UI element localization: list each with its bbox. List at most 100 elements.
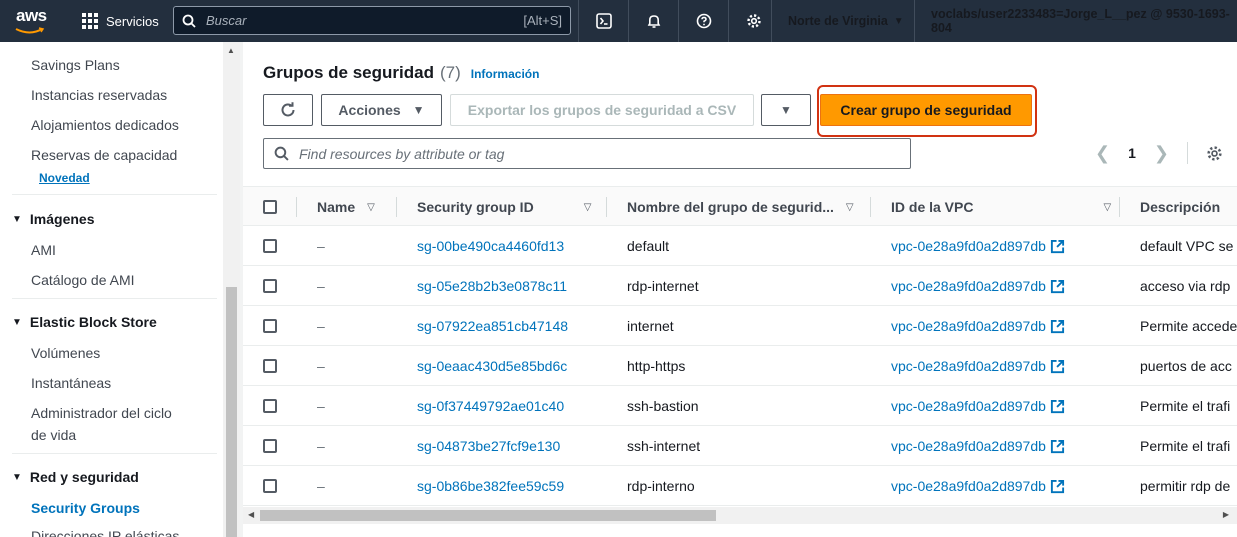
scrollbar-thumb[interactable] bbox=[226, 287, 237, 537]
checkbox[interactable] bbox=[263, 239, 277, 253]
cell-sg-id[interactable]: sg-05e28b2b3e0878c11 bbox=[417, 266, 567, 306]
account-menu[interactable]: voclabs/user2233483=Jorge_L__pez @ 9530-… bbox=[914, 0, 1237, 42]
external-link-icon[interactable] bbox=[1050, 319, 1065, 334]
scroll-up-icon[interactable]: ▲ bbox=[227, 46, 235, 55]
sidebar-item-capacity-reservations[interactable]: Reservas de capacidad bbox=[31, 147, 177, 163]
services-menu-button[interactable]: Servicios bbox=[62, 0, 169, 42]
checkbox[interactable] bbox=[263, 399, 277, 413]
sidebar-item-ami[interactable]: AMI bbox=[31, 242, 56, 258]
cell-sg-id[interactable]: sg-0f37449792ae01c40 bbox=[417, 386, 564, 426]
sidebar-item-security-groups[interactable]: Security Groups bbox=[31, 500, 140, 516]
sidebar-item-ami-catalog[interactable]: Catálogo de AMI bbox=[31, 272, 135, 288]
table-row[interactable]: – sg-04873be27fcf9e130 ssh-internet vpc-0e2… bbox=[243, 426, 1237, 466]
sidebar-item-lifecycle-manager[interactable]: Administrador del ciclo bbox=[31, 405, 172, 421]
checkbox[interactable] bbox=[263, 479, 277, 493]
sidebar-item-dedicated-hosts[interactable]: Alojamientos dedicados bbox=[31, 117, 179, 133]
table-row[interactable]: – sg-0eaac430d5e85bd6c http-https vpc-0e28a… bbox=[243, 346, 1237, 386]
select-all-checkbox[interactable] bbox=[263, 187, 277, 227]
page-number[interactable]: 1 bbox=[1128, 145, 1136, 161]
info-link[interactable]: Información bbox=[471, 67, 540, 81]
cell-vpc-id[interactable]: vpc-0e28a9fd0a2d897db bbox=[891, 466, 1065, 506]
cell-sg-id[interactable]: sg-0b86be382fee59c59 bbox=[417, 466, 564, 506]
checkbox[interactable] bbox=[263, 359, 277, 373]
cell-vpc-id-text[interactable]: vpc-0e28a9fd0a2d897db bbox=[891, 318, 1046, 334]
actions-button[interactable]: Acciones ▼ bbox=[321, 94, 442, 126]
external-link-icon[interactable] bbox=[1050, 279, 1065, 294]
help-icon[interactable] bbox=[678, 0, 728, 42]
sidebar-item-elastic-ips[interactable]: Direcciones IP elásticas bbox=[31, 528, 179, 537]
sort-icon[interactable]: ▽ bbox=[846, 202, 854, 213]
external-link-icon[interactable] bbox=[1050, 479, 1065, 494]
cell-vpc-id[interactable]: vpc-0e28a9fd0a2d897db bbox=[891, 386, 1065, 426]
export-dropdown-button[interactable]: ▼ bbox=[761, 94, 811, 126]
external-link-icon[interactable] bbox=[1050, 439, 1065, 454]
filter-input[interactable]: Find resources by attribute or tag bbox=[263, 138, 911, 169]
cell-vpc-id[interactable]: vpc-0e28a9fd0a2d897db bbox=[891, 226, 1065, 266]
external-link-icon[interactable] bbox=[1050, 359, 1065, 374]
cell-vpc-id[interactable]: vpc-0e28a9fd0a2d897db bbox=[891, 306, 1065, 346]
cell-sg-id-text[interactable]: sg-00be490ca4460fd13 bbox=[417, 238, 564, 254]
checkbox[interactable] bbox=[263, 319, 277, 333]
column-header-name[interactable]: Name ▽ bbox=[317, 187, 375, 227]
row-checkbox[interactable] bbox=[263, 386, 277, 426]
cell-vpc-id-text[interactable]: vpc-0e28a9fd0a2d897db bbox=[891, 438, 1046, 454]
sidebar-item-snapshots[interactable]: Instantáneas bbox=[31, 375, 111, 391]
table-row[interactable]: – sg-00be490ca4460fd13 default vpc-0e28a9fd… bbox=[243, 226, 1237, 266]
checkbox[interactable] bbox=[263, 279, 277, 293]
cell-sg-id[interactable]: sg-00be490ca4460fd13 bbox=[417, 226, 564, 266]
cell-sg-id-text[interactable]: sg-07922ea851cb47148 bbox=[417, 318, 568, 334]
bell-icon[interactable] bbox=[628, 0, 678, 42]
sidebar-item-volumes[interactable]: Volúmenes bbox=[31, 345, 100, 361]
table-row[interactable]: – sg-0b86be382fee59c59 rdp-interno vpc-0e28… bbox=[243, 466, 1237, 506]
sidebar-section-images[interactable]: ▼ Imágenes bbox=[12, 211, 95, 227]
table-row[interactable]: – sg-07922ea851cb47148 internet vpc-0e28a9f… bbox=[243, 306, 1237, 346]
cell-vpc-id-text[interactable]: vpc-0e28a9fd0a2d897db bbox=[891, 478, 1046, 494]
gear-icon[interactable] bbox=[1206, 145, 1223, 162]
sidebar-section-ebs[interactable]: ▼ Elastic Block Store bbox=[12, 314, 157, 330]
table-row[interactable]: – sg-05e28b2b3e0878c11 rdp-internet vpc-0e2… bbox=[243, 266, 1237, 306]
row-checkbox[interactable] bbox=[263, 466, 277, 506]
external-link-icon[interactable] bbox=[1050, 239, 1065, 254]
refresh-button[interactable] bbox=[263, 94, 313, 126]
row-checkbox[interactable] bbox=[263, 346, 277, 386]
sort-icon[interactable]: ▽ bbox=[367, 202, 375, 213]
sort-icon[interactable]: ▽ bbox=[584, 202, 592, 213]
sidebar-scrollbar[interactable]: ▲ bbox=[223, 42, 240, 537]
sidebar-item-reserved-instances[interactable]: Instancias reservadas bbox=[31, 87, 167, 103]
row-checkbox[interactable] bbox=[263, 226, 277, 266]
cell-vpc-id-text[interactable]: vpc-0e28a9fd0a2d897db bbox=[891, 278, 1046, 294]
scroll-left-icon[interactable]: ◀ bbox=[248, 510, 254, 519]
table-row[interactable]: – sg-0f37449792ae01c40 ssh-bastion vpc-0e28… bbox=[243, 386, 1237, 426]
cloudshell-icon[interactable] bbox=[578, 0, 628, 42]
column-header-description[interactable]: Descripción bbox=[1140, 187, 1220, 227]
column-header-vpc-id[interactable]: ID de la VPC ▽ bbox=[891, 187, 1111, 227]
row-checkbox[interactable] bbox=[263, 266, 277, 306]
sidebar-section-network-security[interactable]: ▼ Red y seguridad bbox=[12, 469, 139, 485]
cell-vpc-id-text[interactable]: vpc-0e28a9fd0a2d897db bbox=[891, 398, 1046, 414]
scroll-right-icon[interactable]: ▶ bbox=[1223, 510, 1229, 519]
horizontal-scrollbar[interactable]: ◀ ▶ bbox=[243, 507, 1237, 524]
column-header-group-name[interactable]: Nombre del grupo de segurid... ▽ bbox=[627, 187, 854, 227]
scrollbar-thumb[interactable] bbox=[260, 510, 716, 521]
cell-vpc-id-text[interactable]: vpc-0e28a9fd0a2d897db bbox=[891, 358, 1046, 374]
cell-vpc-id-text[interactable]: vpc-0e28a9fd0a2d897db bbox=[891, 238, 1046, 254]
create-security-group-button[interactable]: Crear grupo de seguridad bbox=[820, 94, 1032, 126]
cell-sg-id-text[interactable]: sg-04873be27fcf9e130 bbox=[417, 438, 560, 454]
cell-sg-id-text[interactable]: sg-05e28b2b3e0878c11 bbox=[417, 278, 567, 294]
chevron-left-icon[interactable]: ❮ bbox=[1095, 143, 1110, 164]
cell-sg-id-text[interactable]: sg-0f37449792ae01c40 bbox=[417, 398, 564, 414]
cell-sg-id[interactable]: sg-07922ea851cb47148 bbox=[417, 306, 568, 346]
cell-vpc-id[interactable]: vpc-0e28a9fd0a2d897db bbox=[891, 266, 1065, 306]
column-header-sg-id[interactable]: Security group ID ▽ bbox=[417, 187, 591, 227]
aws-logo[interactable]: aws bbox=[0, 0, 62, 42]
row-checkbox[interactable] bbox=[263, 306, 277, 346]
row-checkbox[interactable] bbox=[263, 426, 277, 466]
cell-vpc-id[interactable]: vpc-0e28a9fd0a2d897db bbox=[891, 346, 1065, 386]
global-search-input[interactable]: Buscar [Alt+S] bbox=[173, 6, 571, 35]
sort-icon[interactable]: ▽ bbox=[1103, 202, 1111, 213]
export-csv-button[interactable]: Exportar los grupos de seguridad a CSV bbox=[450, 94, 754, 126]
chevron-right-icon[interactable]: ❯ bbox=[1154, 143, 1169, 164]
sidebar-item-savings-plans[interactable]: Savings Plans bbox=[31, 57, 120, 73]
sidebar-item-lifecycle-manager-cont[interactable]: de vida bbox=[31, 427, 76, 443]
cell-sg-id[interactable]: sg-0eaac430d5e85bd6c bbox=[417, 346, 567, 386]
